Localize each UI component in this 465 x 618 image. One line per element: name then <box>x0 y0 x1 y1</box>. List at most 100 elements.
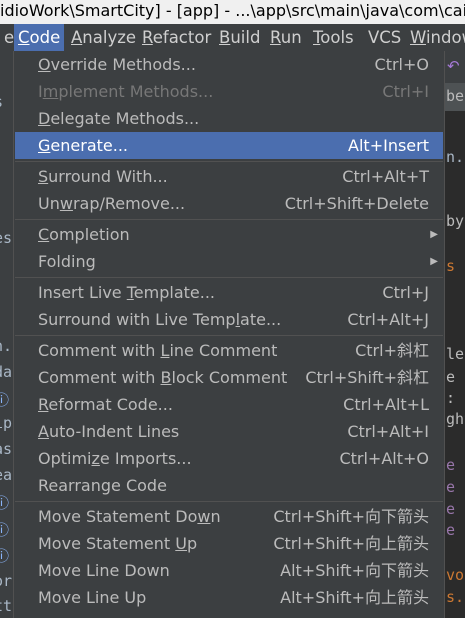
menu-item-label: Move Line Down <box>38 561 170 580</box>
main-menu-bar: e Code Analyze Refactor Build Run Tools VCS Wind… <box>0 24 465 51</box>
menu-label: VCS <box>368 28 402 47</box>
menu-item-label: Rearrange Code <box>38 476 167 495</box>
menu-item-auto-indent-lines[interactable]: Auto-Indent Lines Ctrl+Alt+I <box>15 418 443 445</box>
right-code-fragment: s. <box>446 588 465 606</box>
right-code-fragment: e S <box>446 478 465 496</box>
menu-label: Window <box>410 28 465 47</box>
menu-item-insert-live-template[interactable]: Insert Live Template... Ctrl+J <box>15 279 443 306</box>
menu-item-shortcut: Ctrl+Alt+T <box>342 167 429 186</box>
left-code-fragment: or <box>0 572 13 590</box>
right-code-fragment: e S <box>446 456 465 474</box>
menu-label: e <box>4 28 15 47</box>
menu-item-label: Folding <box>38 252 96 271</box>
menu-item-rearrange-code[interactable]: Rearrange Code <box>15 472 443 499</box>
submenu-arrow-icon: ▶ <box>430 256 438 267</box>
menu-item-label: Move Statement Up <box>38 534 198 553</box>
menu-item-shortcut: Alt+Shift+向下箭头 <box>280 561 429 580</box>
left-code-fragment: s <box>0 93 13 111</box>
menu-run[interactable]: Run <box>266 24 306 51</box>
menu-item-label: Optimize Imports... <box>38 449 192 468</box>
menu-item-label: Surround With... <box>38 167 168 186</box>
left-code-fragment: n.c <box>0 337 13 355</box>
menu-item-label: Comment with Line Comment <box>38 341 278 360</box>
menu-item-shortcut: Ctrl+Shift+Delete <box>284 194 429 213</box>
menu-item-implement-methods[interactable]: Implement Methods... Ctrl+I <box>15 78 443 105</box>
menu-item-comment-with-line-comment[interactable]: Comment with Line Comment Ctrl+斜杠 <box>15 337 443 364</box>
menu-item-shortcut: Ctrl+Shift+斜杠 <box>305 368 429 387</box>
menu-item-move-line-down[interactable]: Move Line Down Alt+Shift+向下箭头 <box>15 557 443 584</box>
menu-analyze[interactable]: Analyze <box>67 24 140 51</box>
menu-item-folding[interactable]: Folding ▶ <box>15 248 443 275</box>
menu-item-label: Auto-Indent Lines <box>38 422 180 441</box>
menu-item-optimize-imports[interactable]: Optimize Imports... Ctrl+Alt+O <box>15 445 443 472</box>
menu-tools[interactable]: Tools <box>309 24 358 51</box>
menu-item-shortcut: Ctrl+Alt+J <box>347 310 429 329</box>
menu-item-label: Move Statement Down <box>38 507 221 526</box>
menu-item-shortcut: Ctrl+斜杠 <box>355 341 429 360</box>
right-code-fragment: : <box>446 389 456 407</box>
menu-separator <box>15 277 443 278</box>
right-code-fragment: s <box>446 257 456 275</box>
undo-icon[interactable]: ↶ <box>447 57 460 75</box>
menu-label: Analyze <box>71 28 137 47</box>
left-code-fragment: as <box>0 440 13 458</box>
submenu-arrow-icon: ▶ <box>430 229 438 240</box>
left-code-fragment: ⓘ i <box>0 521 13 539</box>
menu-label: Refactor <box>142 28 212 47</box>
menu-item-unwrap-remove[interactable]: Unwrap/Remove... Ctrl+Shift+Delete <box>15 190 443 217</box>
menu-item-label: Surround with Live Template... <box>38 310 282 329</box>
right-code-fragment: e i <box>446 500 465 518</box>
menu-label: Tools <box>313 28 354 47</box>
left-code-fragment: es <box>0 229 13 247</box>
menu-separator <box>15 335 443 336</box>
menu-item-surround-with[interactable]: Surround With... Ctrl+Alt+T <box>15 163 443 190</box>
menu-item-shortcut: Ctrl+O <box>374 55 429 74</box>
menu-item-move-statement-up[interactable]: Move Statement Up Ctrl+Shift+向上箭头 <box>15 530 443 557</box>
menu-code[interactable]: Code <box>14 24 65 51</box>
left-code-fragment: da <box>0 363 13 381</box>
menu-item-surround-with-live-template[interactable]: Surround with Live Template... Ctrl+Alt+J <box>15 306 443 333</box>
right-code-fragment: ght <box>446 410 465 428</box>
menu-item-shortcut: Ctrl+J <box>382 283 429 302</box>
menu-build[interactable]: Build <box>215 24 264 51</box>
menu-vcs[interactable]: VCS <box>364 24 405 51</box>
menu-item-shortcut: Ctrl+Shift+向下箭头 <box>273 507 429 526</box>
menu-item-move-line-up[interactable]: Move Line Up Alt+Shift+向上箭头 <box>15 584 443 611</box>
menu-item-move-statement-down[interactable]: Move Statement Down Ctrl+Shift+向下箭头 <box>15 503 443 530</box>
menu-separator <box>15 501 443 502</box>
menu-label: Build <box>219 28 261 47</box>
left-code-fragment: ⓘ t <box>0 494 13 512</box>
menu-label: Code <box>18 28 61 47</box>
menu-item-completion[interactable]: Completion ▶ <box>15 221 443 248</box>
menu-label: Run <box>270 28 302 47</box>
window-title: idioWork\SmartCity] - [app] - ...\app\sr… <box>0 1 465 20</box>
menu-item-shortcut: Ctrl+Alt+I <box>347 422 429 441</box>
menu-window[interactable]: Window <box>406 24 465 51</box>
menu-item-shortcut: Ctrl+Shift+向上箭头 <box>273 534 429 553</box>
menu-item-label: Unwrap/Remove... <box>38 194 186 213</box>
menu-item-label: Move Line Up <box>38 588 147 607</box>
menu-item-comment-with-block-comment[interactable]: Comment with Block Comment Ctrl+Shift+斜杠 <box>15 364 443 391</box>
right-code-fragment: by <box>446 212 465 230</box>
left-code-fragment: ⓘ ti <box>0 391 13 409</box>
menu-item-delegate-methods[interactable]: Delegate Methods... <box>15 105 443 132</box>
menu-item-override-methods[interactable]: Override Methods... Ctrl+O <box>15 51 443 78</box>
menu-item-generate[interactable]: Generate... Alt+Insert <box>15 132 443 159</box>
right-code-fragment: e S <box>446 521 465 539</box>
menu-item-label: Insert Live Template... <box>38 283 216 302</box>
right-code-fragment: bea <box>446 87 465 105</box>
left-code-fragment: ip <box>0 414 13 432</box>
menu-item-shortcut: Ctrl+Alt+L <box>343 395 429 414</box>
right-code-fragment: ler <box>446 345 465 363</box>
window-title-bar: idioWork\SmartCity] - [app] - ...\app\sr… <box>0 0 465 24</box>
left-code-fragment: ⓘ t <box>0 547 13 565</box>
menu-separator <box>15 161 443 162</box>
left-code-fragment: ea <box>0 466 13 484</box>
menu-item-label: Implement Methods... <box>38 82 214 101</box>
menu-item-label: Generate... <box>38 136 128 155</box>
menu-separator <box>15 219 443 220</box>
menu-item-reformat-code[interactable]: Reformat Code... Ctrl+Alt+L <box>15 391 443 418</box>
menu-refactor[interactable]: Refactor <box>138 24 215 51</box>
left-code-fragment: tt <box>0 597 13 615</box>
menu-item-shortcut: Ctrl+I <box>382 82 429 101</box>
